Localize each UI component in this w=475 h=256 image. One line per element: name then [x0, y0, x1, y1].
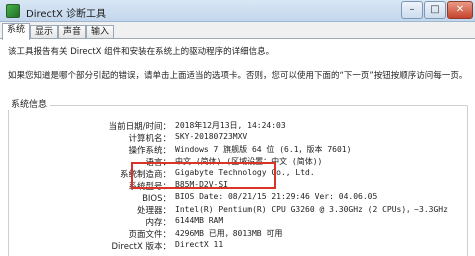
info-row-computer-name: 计算机名： SKY-20180723MXV — [0, 132, 475, 144]
info-label: 计算机名： — [128, 134, 171, 144]
info-label: 操作系统： — [128, 146, 171, 156]
info-label: DirectX 版本： — [111, 242, 171, 252]
tab-sound[interactable]: 声音 — [58, 25, 86, 39]
info-value: 2018年12月13日, 14:24:03 — [175, 121, 286, 130]
intro-text-line1: 该工具报告有关 DirectX 组件和安装在系统上的驱动程序的详细信息。 — [8, 47, 275, 57]
info-label: 页面文件： — [128, 230, 171, 240]
manufacturer-model-highlight-box — [131, 162, 276, 189]
info-row-memory: 内存： 6144MB RAM — [0, 216, 475, 228]
info-row-directx-version: DirectX 版本： DirectX 11 — [0, 240, 475, 252]
info-value: 6144MB RAM — [175, 216, 224, 225]
minimize-button[interactable]: – — [401, 1, 423, 19]
info-label: 当前日期/时间： — [108, 122, 171, 132]
info-value: 4296MB 已用，8013MB 可用 — [175, 229, 283, 238]
tab-system[interactable]: 系统 — [2, 23, 30, 40]
info-row-processor: 处理器： Intel(R) Pentium(R) CPU G3260 @ 3.3… — [0, 204, 475, 216]
window-title: DirectX 诊断工具 — [26, 9, 106, 20]
info-value: Windows 7 旗舰版 64 位 (6.1，版本 7601) — [175, 145, 352, 154]
tab-display[interactable]: 显示 — [30, 25, 58, 39]
maximize-button[interactable]: □ — [424, 1, 446, 19]
info-value: DirectX 11 — [175, 240, 224, 249]
tab-input[interactable]: 输入 — [86, 25, 114, 39]
info-value: SKY-20180723MXV — [175, 132, 248, 141]
system-info-group-label: 系统信息 — [8, 97, 51, 110]
info-label: 处理器： — [136, 206, 171, 216]
info-value: Intel(R) Pentium(R) CPU G3260 @ 3.30GHz … — [175, 205, 448, 214]
info-row-datetime: 当前日期/时间： 2018年12月13日, 14:24:03 — [0, 120, 475, 132]
info-row-page-file: 页面文件： 4296MB 已用，8013MB 可用 — [0, 228, 475, 240]
info-label: 内存： — [145, 218, 171, 228]
info-label: BIOS： — [142, 194, 171, 204]
intro-text-line2: 如果您知道是哪个部分引起的错误，请单击上面适当的选项卡。否则，您可以使用下面的“… — [8, 71, 468, 81]
title-bar: DirectX 诊断工具 – □ ✕ — [0, 0, 475, 22]
close-button[interactable]: ✕ — [447, 1, 473, 19]
info-row-os: 操作系统： Windows 7 旗舰版 64 位 (6.1，版本 7601) — [0, 144, 475, 156]
tab-strip: 系统 显示 声音 输入 — [0, 22, 475, 40]
directx-app-icon — [6, 4, 20, 18]
info-row-bios: BIOS： BIOS Date: 08/21/15 21:29:46 Ver: … — [0, 192, 475, 204]
tab-content-panel: 该工具报告有关 DirectX 组件和安装在系统上的驱动程序的详细信息。 如果您… — [0, 38, 475, 256]
info-value: BIOS Date: 08/21/15 21:29:46 Ver: 04.06.… — [175, 192, 378, 201]
